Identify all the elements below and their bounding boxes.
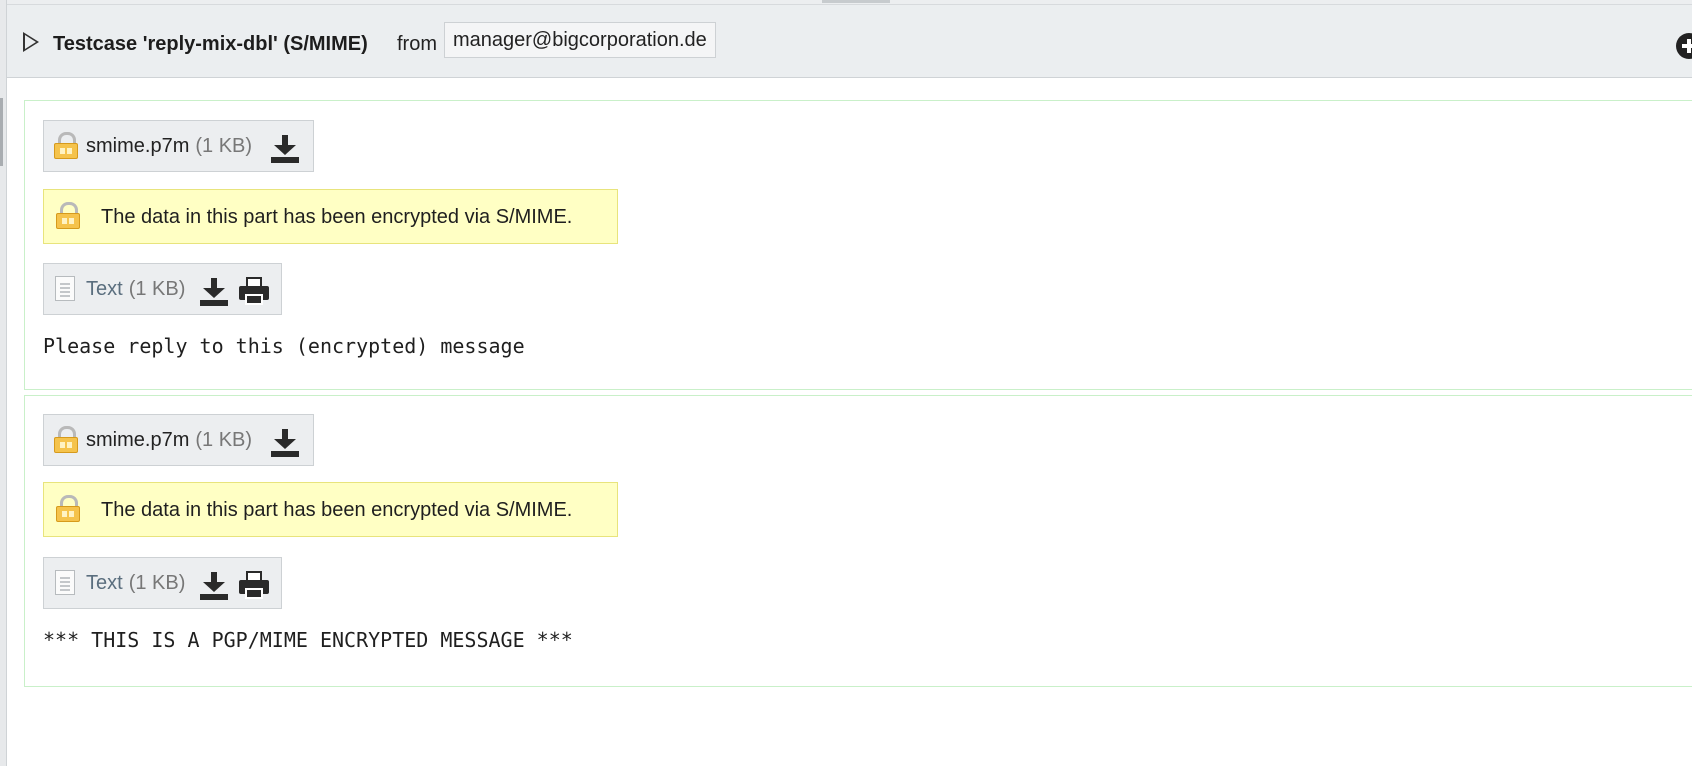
attachment-text[interactable]: Text (1 KB) bbox=[43, 557, 282, 609]
lock-icon bbox=[56, 202, 80, 229]
download-icon[interactable] bbox=[271, 427, 299, 457]
printer-icon[interactable] bbox=[239, 276, 269, 306]
notice-text: The data in this part has been encrypted… bbox=[101, 206, 573, 228]
from-label: from bbox=[397, 33, 437, 55]
mime-part: smime.p7m (1 KB) The data in this part ha… bbox=[24, 100, 1692, 390]
printer-icon[interactable] bbox=[239, 570, 269, 600]
mime-part: smime.p7m (1 KB) The data in this part ha… bbox=[24, 395, 1692, 687]
message-view: Testcase 'reply-mix-dbl' (S/MIME) from m… bbox=[0, 0, 1692, 766]
lock-icon bbox=[54, 132, 78, 159]
attachment-size: (1 KB) bbox=[195, 429, 253, 451]
message-header: Testcase 'reply-mix-dbl' (S/MIME) from m… bbox=[7, 5, 1692, 78]
download-icon[interactable] bbox=[200, 570, 228, 600]
lock-icon bbox=[56, 495, 80, 522]
lock-icon bbox=[54, 426, 78, 453]
attachment-size: (1 KB) bbox=[128, 278, 186, 300]
expand-triangle-icon[interactable] bbox=[23, 32, 39, 52]
document-icon bbox=[55, 276, 75, 301]
attachment-size: (1 KB) bbox=[195, 135, 253, 157]
attachment-smime[interactable]: smime.p7m (1 KB) bbox=[43, 414, 314, 466]
left-scrollbar-thumb[interactable] bbox=[0, 98, 3, 166]
attachment-text[interactable]: Text (1 KB) bbox=[43, 263, 282, 315]
message-body-text: *** THIS IS A PGP/MIME ENCRYPTED MESSAGE… bbox=[43, 628, 573, 652]
message-subject: Testcase 'reply-mix-dbl' (S/MIME) bbox=[53, 33, 368, 55]
encryption-notice: The data in this part has been encrypted… bbox=[43, 482, 618, 537]
attachment-smime[interactable]: smime.p7m (1 KB) bbox=[43, 120, 314, 172]
download-icon[interactable] bbox=[271, 133, 299, 163]
attachment-size: (1 KB) bbox=[128, 572, 186, 594]
message-body-text: Please reply to this (encrypted) message bbox=[43, 334, 525, 358]
attachment-name[interactable]: Text bbox=[86, 572, 123, 594]
plus-circle-icon[interactable] bbox=[1676, 33, 1692, 59]
download-icon[interactable] bbox=[200, 276, 228, 306]
attachment-name[interactable]: smime.p7m bbox=[86, 429, 189, 451]
attachment-name[interactable]: Text bbox=[86, 278, 123, 300]
pane-resize-handle[interactable] bbox=[822, 0, 890, 3]
document-icon bbox=[55, 570, 75, 595]
encryption-notice: The data in this part has been encrypted… bbox=[43, 189, 618, 244]
sender-address[interactable]: manager@bigcorporation.de bbox=[444, 22, 716, 58]
attachment-name[interactable]: smime.p7m bbox=[86, 135, 189, 157]
notice-text: The data in this part has been encrypted… bbox=[101, 499, 573, 521]
